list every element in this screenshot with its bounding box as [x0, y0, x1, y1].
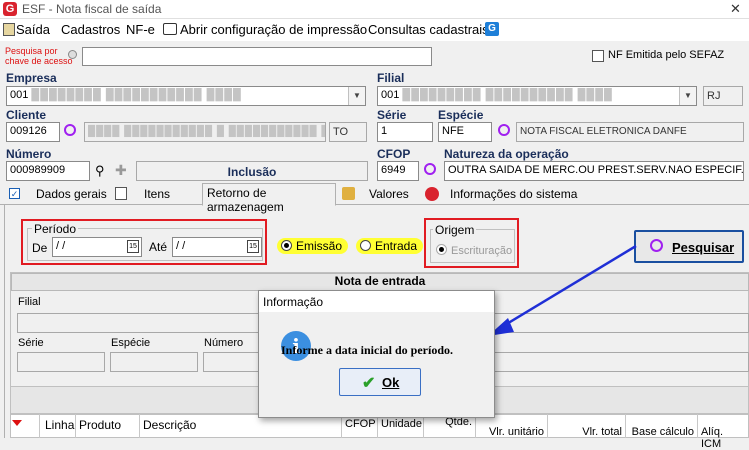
calendar-icon[interactable]: 15 [247, 240, 259, 253]
cliente-uf: TO [329, 122, 367, 142]
nota-numero-label: Número [204, 337, 244, 349]
radio-dot-icon [281, 240, 292, 251]
natureza-label: Natureza da operação [444, 147, 569, 161]
exit-icon [3, 23, 15, 36]
add-icon[interactable]: ✚ [115, 162, 127, 179]
ok-button[interactable]: ✔ Ok [339, 368, 421, 396]
dialog-message: Informe a data inicial do período. [281, 343, 454, 357]
col-produto[interactable]: Produto [76, 414, 140, 438]
window-title: ESF - Nota fiscal de saída [22, 2, 162, 16]
checkmark-icon: ✔ [362, 375, 376, 392]
information-dialog: Informação i Informe a data inicial do p… [258, 290, 495, 418]
tab-informacoes-sistema[interactable]: Informações do sistema [446, 185, 581, 205]
help-logo-icon[interactable]: G [485, 22, 499, 36]
ate-date-field[interactable]: / / 15 [172, 237, 262, 257]
natureza-field[interactable]: OUTRA SAIDA DE MERC.OU PREST.SERV.NAO ES… [444, 161, 744, 181]
especie-label: Espécie [438, 108, 484, 122]
menu-nfe[interactable]: NF-e [126, 22, 155, 37]
edit-icon [115, 187, 127, 200]
menu-abrir-configuracao[interactable]: Abrir configuração de impressão [180, 22, 367, 37]
filial-label: Filial [377, 71, 405, 85]
empresa-combo[interactable]: 001 ████████ ███████████ ████ ▼ [6, 86, 366, 106]
search-input[interactable] [82, 47, 432, 66]
checkbox-icon: ✓ [9, 188, 20, 199]
col-base-calculo[interactable]: Base cálculo [626, 414, 698, 438]
chevron-down-icon[interactable]: ▼ [679, 87, 696, 105]
grid-indicator-col [24, 414, 40, 438]
printer-icon [163, 23, 177, 35]
coins-icon [342, 187, 355, 200]
menu-saida[interactable]: Saída [16, 22, 50, 37]
binoculars-icon[interactable]: ⚲ [95, 163, 105, 179]
nota-numero-field [203, 352, 259, 372]
annotation-arrow-icon [488, 244, 637, 336]
nota-serie-field [17, 352, 105, 372]
cliente-label: Cliente [6, 108, 47, 122]
cfop-field[interactable]: 6949 [377, 161, 419, 181]
dialog-body [259, 312, 494, 417]
search-icon [650, 239, 663, 252]
serie-field[interactable]: 1 [377, 122, 433, 142]
cliente-name-field: ████ ███████████ █ ███████████ ██ ████ [84, 122, 326, 142]
ate-label: Até [149, 240, 168, 254]
sefaz-checkbox[interactable] [592, 50, 604, 62]
radio-entrada[interactable]: Entrada [356, 238, 424, 254]
periodo-title: Período [32, 222, 79, 236]
tab-strip: ✓ Dados gerais Itens Retorno de armazena… [0, 183, 749, 214]
col-aliq-icm[interactable]: Alíq. ICM [698, 414, 749, 450]
origem-title: Origem [433, 223, 477, 237]
filial-combo[interactable]: 001 █████████ ██████████ ████ ▼ [377, 86, 697, 106]
cliente-code-field[interactable]: 009126 [6, 122, 60, 142]
nota-especie-label: Espécie [111, 337, 151, 349]
col-linha[interactable]: Linha [42, 414, 76, 438]
serie-label: Série [377, 108, 407, 122]
radio-emissao[interactable]: Emissão [277, 238, 349, 254]
title-bar: G ESF - Nota fiscal de saída ✕ [0, 0, 749, 19]
nota-especie-field [110, 352, 198, 372]
system-info-icon [425, 187, 439, 201]
tab-retorno-armazenagem[interactable]: Retorno de armazenagem [202, 183, 336, 214]
search-icon[interactable] [498, 124, 510, 136]
search-icon[interactable] [64, 124, 76, 136]
tab-itens[interactable]: Itens [140, 185, 174, 205]
app-logo-icon: G [3, 2, 17, 16]
col-vlr-total[interactable]: Vlr. total [548, 414, 626, 438]
search-label: Pesquisa por chave de acesso [5, 46, 73, 66]
sort-arrow-icon [12, 420, 22, 426]
menu-bar: Saída Cadastros NF-e Abrir configuração … [0, 19, 749, 41]
de-label: De [32, 241, 48, 255]
nota-serie-label: Série [18, 337, 44, 349]
radio-dot-icon [436, 244, 447, 255]
sefaz-label: NF Emitida pelo SEFAZ [608, 49, 725, 61]
numero-label: Número [6, 147, 52, 161]
nota-filial-label: Filial [18, 296, 41, 308]
numero-field[interactable]: 000989909 [6, 161, 90, 181]
chevron-down-icon[interactable]: ▼ [348, 87, 365, 105]
close-icon[interactable]: ✕ [730, 1, 741, 17]
empresa-label: Empresa [6, 71, 57, 85]
cfop-label: CFOP [377, 147, 411, 161]
especie-desc-field: NOTA FISCAL ELETRONICA DANFE [516, 122, 744, 142]
pesquisar-button[interactable]: Pesquisar [634, 230, 744, 263]
especie-code-field[interactable]: NFE [438, 122, 492, 142]
search-mic-icon [68, 50, 77, 59]
nota-extra-field [494, 352, 749, 372]
menu-consultas-cadastrais[interactable]: Consultas cadastrais [368, 22, 489, 37]
search-icon[interactable] [424, 163, 436, 175]
tab-dados-gerais[interactable]: Dados gerais [32, 185, 111, 205]
status-field: Inclusão [136, 161, 368, 181]
calendar-icon[interactable]: 15 [127, 240, 139, 253]
menu-cadastros[interactable]: Cadastros [61, 22, 120, 37]
filial-uf: RJ [703, 86, 743, 106]
radio-dot-icon [360, 240, 371, 251]
tab-valores[interactable]: Valores [365, 185, 413, 205]
de-date-field[interactable]: / / 15 [52, 237, 142, 257]
dialog-title: Informação [263, 295, 324, 309]
